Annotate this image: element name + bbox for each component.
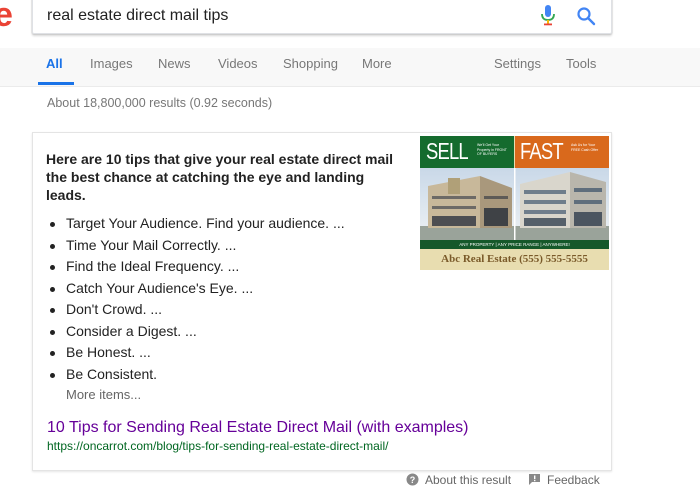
list-item: Time Your Mail Correctly. ... [46,235,345,257]
feedback-icon [529,474,540,485]
list-item: Catch Your Audience's Eye. ... [46,278,345,300]
tips-list: Target Your Audience. Find your audience… [46,213,345,385]
fast-word: FAST [520,138,564,164]
snippet-heading: Here are 10 tips that give your real est… [46,151,394,203]
sell-banner: SELL We'll Get Your Property in FRONT OF… [420,136,514,168]
list-item: Consider a Digest. ... [46,321,345,343]
list-item: Find the Ideal Frequency. ... [46,256,345,278]
search-tabs: All Images News Videos Shopping More Set… [0,48,700,87]
featured-snippet: Here are 10 tips that give your real est… [32,132,612,471]
active-tab-indicator [38,82,74,85]
list-item: Target Your Audience. Find your audience… [46,213,345,235]
microphone-icon[interactable] [540,4,556,26]
more-items-link[interactable]: More items... [66,387,141,402]
google-logo[interactable]: e [0,0,13,35]
buildings-photo [420,168,609,240]
fast-tagline: Ask Us for Your FREE Cash Offer [571,143,599,152]
about-label: About this result [425,473,512,487]
fast-banner: FAST Ask Us for Your FREE Cash Offer [515,136,609,168]
sell-word: SELL [426,138,469,164]
feedback-label: Feedback [547,473,600,487]
ad-footer-text: Abc Real Estate (555) 555-5555 [441,253,588,265]
feedback-link[interactable]: Feedback [528,473,600,487]
help-icon: ? [406,473,419,486]
ad-strip: ANY PROPERTY | ANY PRICE RANGE | ANYWHER… [420,240,609,249]
list-item: Be Consistent. [46,364,345,386]
svg-text:?: ? [410,475,416,485]
tab-shopping[interactable]: Shopping [283,56,338,71]
result-url: https://oncarrot.com/blog/tips-for-sendi… [47,439,389,453]
list-item: Don't Crowd. ... [46,299,345,321]
list-item: Be Honest. ... [46,342,345,364]
snippet-thumbnail[interactable]: SELL We'll Get Your Property in FRONT OF… [420,136,609,270]
search-icon[interactable] [576,6,596,26]
search-input[interactable] [47,4,517,28]
tab-all[interactable]: All [46,56,63,71]
sell-tagline: We'll Get Your Property in FRONT OF BUYE… [477,143,507,156]
tab-more[interactable]: More [362,56,392,71]
tab-settings[interactable]: Settings [494,56,541,71]
about-this-result-link[interactable]: ? About this result [406,473,511,487]
tab-images[interactable]: Images [90,56,133,71]
tab-news[interactable]: News [158,56,191,71]
result-stats: About 18,800,000 results (0.92 seconds) [47,96,273,110]
result-title-link[interactable]: 10 Tips for Sending Real Estate Direct M… [47,419,469,437]
tab-videos[interactable]: Videos [218,56,258,71]
tab-tools[interactable]: Tools [566,56,596,71]
search-box [32,0,612,34]
